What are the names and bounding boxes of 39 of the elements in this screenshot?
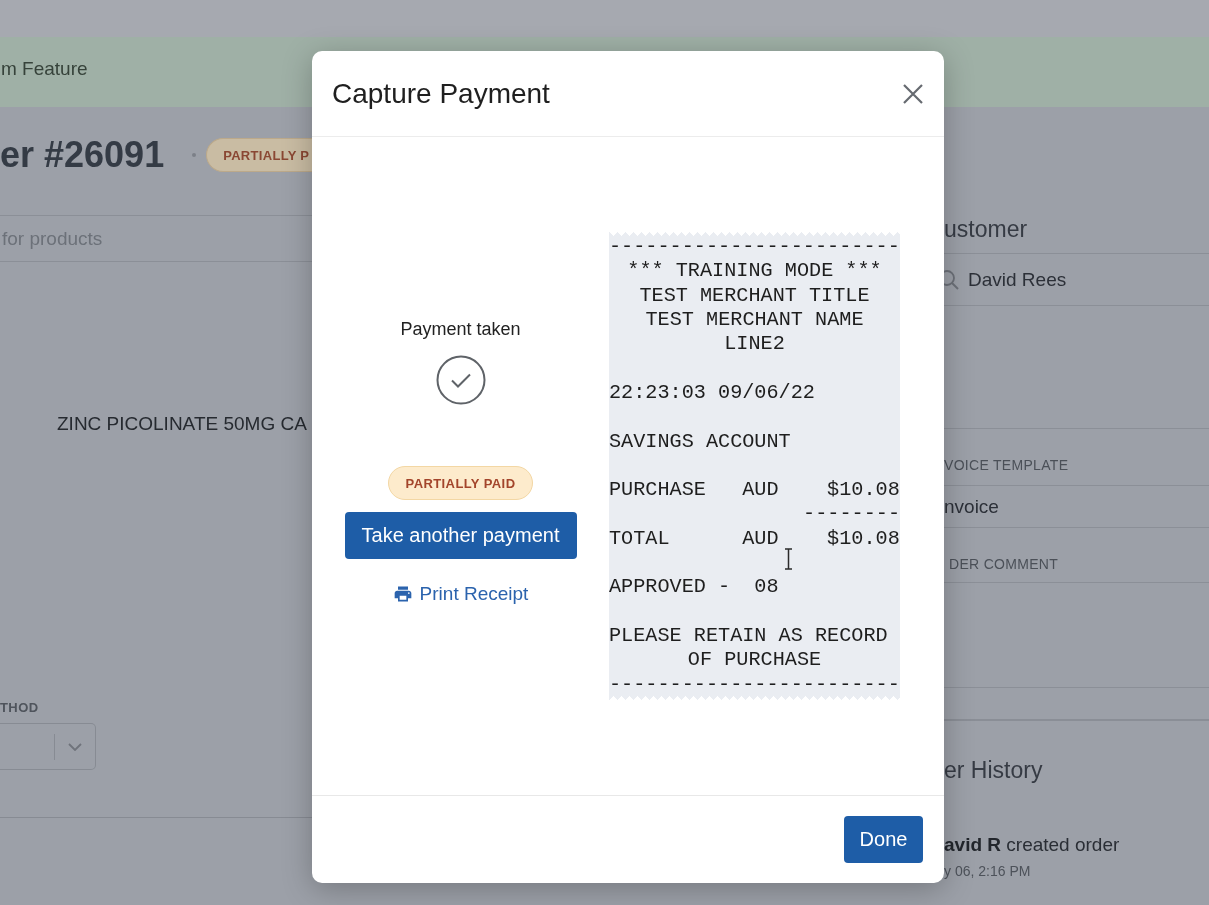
check-circle-icon <box>435 355 486 405</box>
receipt-line: *** TRAINING MODE *** <box>627 259 882 284</box>
history-entry-text: avid R created order <box>944 833 1120 857</box>
receipt-line: TEST MERCHANT TITLE <box>639 283 870 309</box>
receipt-line: OF PURCHASE <box>687 648 822 673</box>
payment-method-select[interactable] <box>0 723 96 770</box>
receipt-line: TEST MERCHANT NAME <box>645 308 864 333</box>
dialog-title: Capture Payment <box>332 77 550 110</box>
order-title: er #26091 <box>0 135 165 175</box>
history-time: y 06, 2:16 PM <box>944 862 1031 880</box>
printer-icon <box>392 584 413 604</box>
status-badge: PARTIALLY P <box>206 138 312 172</box>
payment-status-text: Payment taken <box>400 318 521 341</box>
search-icon <box>944 268 960 291</box>
print-receipt-link[interactable]: Print Receipt <box>392 582 529 606</box>
receipt-line: PLEASE RETAIN AS RECORD <box>609 623 888 649</box>
receipt-line: SAVINGS ACCOUNT <box>609 429 791 454</box>
receipt-line: 22:23:03 09/06/22 <box>609 380 815 406</box>
done-button[interactable]: Done <box>844 816 923 863</box>
receipt-line: LINE2 <box>724 332 785 357</box>
product-name: ZINC PICOLINATE 50MG CA <box>57 412 307 436</box>
text-cursor-icon <box>784 548 793 571</box>
field-label: THOD <box>0 700 39 716</box>
take-payment-button[interactable]: Take another payment <box>344 512 577 559</box>
panel-title: ustomer <box>944 215 1028 243</box>
field-label: DER COMMENT <box>949 555 1059 573</box>
receipt-line: APPROVED - 08 <box>609 575 779 600</box>
banner-text: m Feature <box>0 58 88 80</box>
field-label: VOICE TEMPLATE <box>944 456 1069 474</box>
close-icon <box>902 82 924 105</box>
receipt-line: PURCHASE AUD $10.08 <box>609 478 900 503</box>
chevron-down-icon <box>68 742 82 751</box>
receipt-line: ------------------------ <box>609 235 900 260</box>
receipt-line: ------------------------ <box>609 672 900 697</box>
close-button[interactable] <box>902 82 924 105</box>
receipt-line: -------- <box>803 502 900 527</box>
status-badge: PARTIALLY PAID <box>387 466 534 500</box>
panel-title: er History <box>944 756 1043 784</box>
receipt-line: TOTAL AUD $10.08 <box>609 526 900 552</box>
